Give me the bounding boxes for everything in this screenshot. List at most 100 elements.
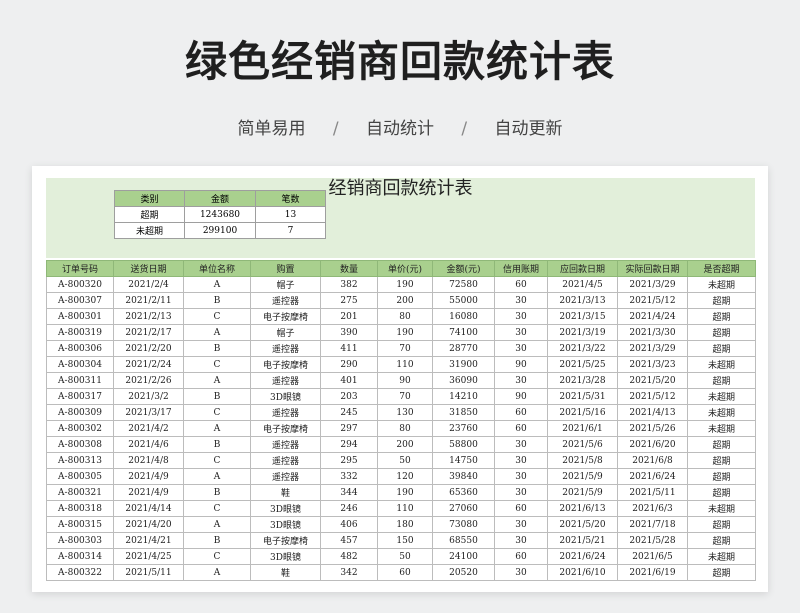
table-cell[interactable]: 90 [377, 372, 433, 389]
table-cell[interactable]: 23760 [432, 420, 495, 437]
table-cell[interactable]: 2021/3/28 [547, 372, 618, 389]
table-cell[interactable]: 150 [377, 532, 433, 549]
table-cell[interactable]: A-800306 [46, 340, 114, 357]
table-cell[interactable]: C [183, 500, 251, 517]
table-cell[interactable]: B [183, 532, 251, 549]
table-cell[interactable]: A-800309 [46, 404, 114, 421]
column-header[interactable]: 单位名称 [183, 260, 251, 277]
table-cell[interactable]: 2021/4/9 [113, 468, 184, 485]
table-cell[interactable]: 2021/5/12 [617, 388, 688, 405]
table-cell[interactable]: 2021/3/13 [547, 292, 618, 309]
table-cell[interactable]: 130 [377, 404, 433, 421]
table-cell[interactable]: 2021/6/5 [617, 548, 688, 565]
table-cell[interactable]: 2021/6/8 [617, 452, 688, 469]
table-cell[interactable]: 30 [494, 532, 548, 549]
table-cell[interactable]: 2021/6/20 [617, 436, 688, 453]
table-cell[interactable]: A-800308 [46, 436, 114, 453]
table-cell[interactable]: 70 [377, 340, 433, 357]
table-cell[interactable]: 2021/3/22 [547, 340, 618, 357]
table-cell[interactable]: 73080 [432, 516, 495, 533]
summary-cell[interactable]: 超期 [114, 206, 185, 223]
table-cell[interactable]: 2021/6/13 [547, 500, 618, 517]
table-cell[interactable]: 帽子 [250, 324, 321, 341]
table-cell[interactable]: 超期 [687, 372, 756, 389]
table-cell[interactable]: 超期 [687, 532, 756, 549]
table-cell[interactable]: 401 [320, 372, 378, 389]
table-cell[interactable]: 鞋 [250, 564, 321, 581]
table-cell[interactable]: A-800304 [46, 356, 114, 373]
column-header[interactable]: 应回款日期 [547, 260, 618, 277]
table-cell[interactable]: 电子按摩椅 [250, 308, 321, 325]
table-cell[interactable]: 203 [320, 388, 378, 405]
table-cell[interactable]: 3D眼镜 [250, 388, 321, 405]
table-cell[interactable]: 30 [494, 484, 548, 501]
table-cell[interactable]: 72580 [432, 276, 495, 293]
table-cell[interactable]: 31850 [432, 404, 495, 421]
table-cell[interactable]: 190 [377, 484, 433, 501]
table-cell[interactable]: A-800313 [46, 452, 114, 469]
table-cell[interactable]: 3D眼镜 [250, 500, 321, 517]
table-cell[interactable]: 39840 [432, 468, 495, 485]
column-header[interactable]: 实际回款日期 [617, 260, 688, 277]
table-cell[interactable]: 2021/5/9 [547, 468, 618, 485]
table-cell[interactable]: 2021/3/17 [113, 404, 184, 421]
table-cell[interactable]: A-800307 [46, 292, 114, 309]
table-cell[interactable]: 超期 [687, 452, 756, 469]
table-cell[interactable]: A [183, 468, 251, 485]
table-cell[interactable]: 80 [377, 308, 433, 325]
table-cell[interactable]: 36090 [432, 372, 495, 389]
table-cell[interactable]: 遥控器 [250, 468, 321, 485]
table-cell[interactable]: B [183, 292, 251, 309]
table-cell[interactable]: B [183, 436, 251, 453]
table-cell[interactable]: B [183, 484, 251, 501]
table-cell[interactable]: 2021/5/21 [547, 532, 618, 549]
table-cell[interactable]: 2021/3/23 [617, 356, 688, 373]
table-cell[interactable]: 2021/3/29 [617, 276, 688, 293]
table-cell[interactable]: 30 [494, 372, 548, 389]
table-cell[interactable]: 482 [320, 548, 378, 565]
table-cell[interactable]: 2021/4/6 [113, 436, 184, 453]
table-cell[interactable]: 30 [494, 308, 548, 325]
table-cell[interactable]: A-800305 [46, 468, 114, 485]
table-cell[interactable]: 超期 [687, 516, 756, 533]
summary-cell[interactable]: 299100 [184, 222, 256, 239]
table-cell[interactable]: 70 [377, 388, 433, 405]
table-cell[interactable]: 332 [320, 468, 378, 485]
table-cell[interactable]: A-800320 [46, 276, 114, 293]
table-cell[interactable]: A [183, 276, 251, 293]
table-cell[interactable]: 30 [494, 468, 548, 485]
table-cell[interactable]: 27060 [432, 500, 495, 517]
table-cell[interactable]: 2021/2/17 [113, 324, 184, 341]
table-cell[interactable]: C [183, 356, 251, 373]
table-cell[interactable]: 3D眼镜 [250, 548, 321, 565]
table-cell[interactable]: B [183, 340, 251, 357]
table-cell[interactable]: 2021/3/2 [113, 388, 184, 405]
table-cell[interactable]: 2021/4/25 [113, 548, 184, 565]
table-cell[interactable]: 2021/5/11 [617, 484, 688, 501]
table-cell[interactable]: 200 [377, 292, 433, 309]
table-cell[interactable]: 30 [494, 564, 548, 581]
table-cell[interactable]: 电子按摩椅 [250, 420, 321, 437]
table-cell[interactable]: C [183, 548, 251, 565]
table-cell[interactable]: 2021/4/9 [113, 484, 184, 501]
table-cell[interactable]: 344 [320, 484, 378, 501]
table-cell[interactable]: 未超期 [687, 388, 756, 405]
table-cell[interactable]: 2021/4/24 [617, 308, 688, 325]
table-cell[interactable]: A-800303 [46, 532, 114, 549]
table-cell[interactable]: 60 [494, 548, 548, 565]
table-cell[interactable]: 80 [377, 420, 433, 437]
table-cell[interactable]: 60 [377, 564, 433, 581]
table-cell[interactable]: 2021/2/20 [113, 340, 184, 357]
column-header[interactable]: 购置 [250, 260, 321, 277]
table-cell[interactable]: 2021/4/8 [113, 452, 184, 469]
table-cell[interactable]: 3D眼镜 [250, 516, 321, 533]
table-cell[interactable]: 2021/6/19 [617, 564, 688, 581]
table-cell[interactable]: 2021/5/9 [547, 484, 618, 501]
table-cell[interactable]: 60 [494, 404, 548, 421]
table-cell[interactable]: 遥控器 [250, 436, 321, 453]
table-cell[interactable]: 275 [320, 292, 378, 309]
table-cell[interactable]: 342 [320, 564, 378, 581]
table-cell[interactable]: 110 [377, 500, 433, 517]
table-cell[interactable]: 2021/5/28 [617, 532, 688, 549]
table-cell[interactable]: 2021/4/5 [547, 276, 618, 293]
